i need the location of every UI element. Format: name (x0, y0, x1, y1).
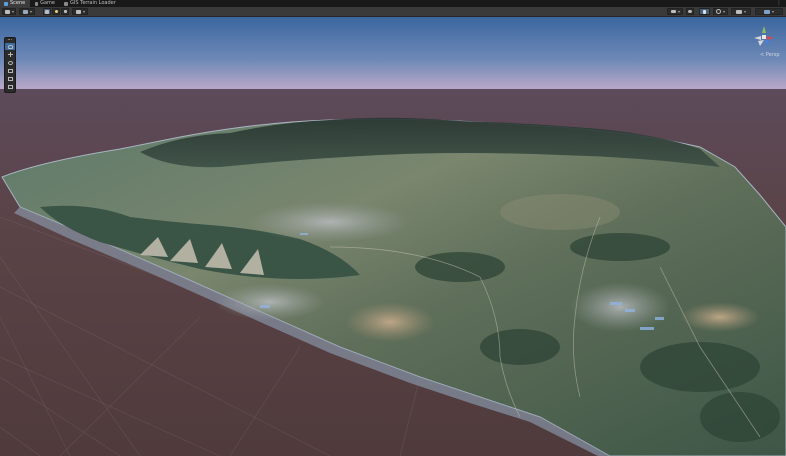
search-icon (716, 9, 721, 14)
search-field[interactable] (713, 8, 728, 15)
chevron-down-icon (772, 10, 774, 13)
2d-toggle[interactable] (43, 8, 51, 15)
scale-tool[interactable] (5, 67, 15, 74)
effects-dropdown[interactable] (72, 8, 88, 15)
orientation-gizmo[interactable] (752, 24, 776, 50)
chevron-down-icon (82, 10, 85, 13)
grid-icon (4, 9, 10, 14)
transform-tool[interactable] (5, 83, 15, 90)
camera-dropdown[interactable] (667, 8, 683, 15)
scene-render (0, 17, 786, 456)
chevron-down-icon (744, 10, 746, 13)
layers-icon (736, 9, 742, 14)
neg-x-axis-cone[interactable] (754, 36, 761, 40)
scene-options-dropdown[interactable] (2, 8, 16, 15)
projection-label[interactable]: < Persp (760, 52, 780, 58)
speaker-icon (63, 10, 67, 13)
scene-hash-icon (4, 1, 8, 6)
chevron-down-icon (677, 10, 680, 13)
hand-tool[interactable] (5, 43, 15, 50)
visibility-toggle[interactable] (686, 8, 694, 15)
layout-dropdown[interactable] (755, 8, 783, 15)
chevron-down-icon (29, 10, 32, 13)
terrain-icon (64, 1, 68, 6)
neg-z-axis-cone[interactable] (758, 40, 764, 46)
audio-toggle[interactable] (61, 8, 69, 15)
view-tools-overlay (4, 37, 16, 93)
tab-gis-terrain-loader[interactable]: GIS Terrain Loader (60, 0, 132, 7)
transform-icon (7, 84, 13, 89)
rect-transform-icon (7, 76, 13, 81)
gizmo-center-cube[interactable] (762, 35, 766, 39)
hand-icon (7, 44, 13, 49)
layers-dropdown[interactable] (731, 8, 751, 15)
tab-gis-label: GIS Terrain Loader (70, 0, 116, 6)
rect-tool[interactable] (5, 75, 15, 82)
shading-dropdown[interactable] (19, 8, 35, 15)
scene-viewport[interactable] (0, 17, 786, 456)
rotate-tool[interactable] (5, 59, 15, 66)
chevron-down-icon (723, 10, 725, 13)
move-tool[interactable] (5, 51, 15, 58)
window-tab-bar: Scene Game GIS Terrain Loader ⋮ (0, 0, 786, 7)
tab-menu-button[interactable]: ⋮ (776, 0, 782, 7)
overlay-grip[interactable] (8, 39, 12, 42)
tab-game-label: Game (40, 0, 55, 6)
z-axis-cone[interactable] (764, 40, 770, 46)
y-axis-cone[interactable] (762, 26, 766, 33)
view-2d-icon (45, 9, 49, 14)
move-arrows-icon (7, 52, 13, 57)
rotate-icon (7, 60, 13, 65)
x-axis-cone[interactable] (767, 36, 774, 40)
layout-icon (764, 9, 770, 14)
scale-icon (7, 68, 13, 73)
chevron-down-icon (11, 10, 14, 13)
camera-icon (670, 10, 676, 13)
effects-icon (75, 9, 81, 14)
eye-icon (688, 10, 692, 13)
gizmos-dropdown[interactable] (699, 8, 710, 15)
light-bulb-icon (54, 10, 58, 13)
scene-toolbar (0, 7, 786, 17)
tab-game[interactable]: Game (31, 0, 59, 7)
shading-icon (22, 9, 28, 14)
gamepad-icon (35, 1, 39, 6)
lighting-toggle[interactable] (52, 8, 60, 15)
tab-scene[interactable]: Scene (0, 0, 30, 7)
tab-scene-label: Scene (10, 0, 26, 6)
gizmo-icon (703, 9, 706, 14)
